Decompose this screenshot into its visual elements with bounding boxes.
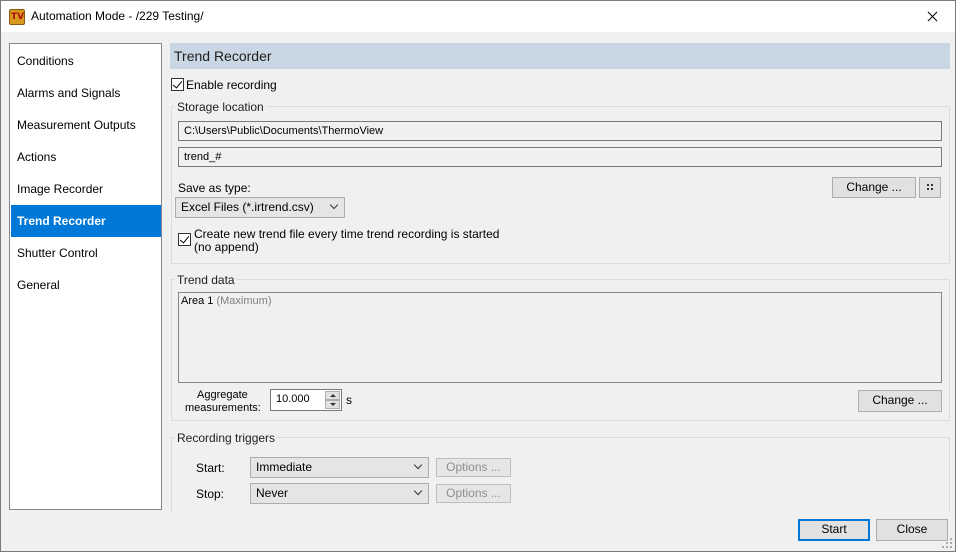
close-button[interactable]: Close — [876, 519, 948, 541]
title-bar: TV Automation Mode - /229 Testing/ — [1, 1, 955, 32]
automation-mode-dialog: TV Automation Mode - /229 Testing/ Condi… — [0, 0, 956, 552]
start-trigger-value: Immediate — [256, 460, 313, 474]
nav-item-shutter-control[interactable]: Shutter Control — [11, 237, 161, 269]
aggregate-unit: s — [346, 393, 352, 407]
enable-recording-checkbox[interactable] — [171, 78, 184, 91]
aggregate-stepper[interactable]: 10.000 — [270, 389, 342, 411]
stop-trigger-value: Never — [256, 486, 289, 500]
browse-button[interactable] — [919, 177, 941, 198]
trend-data-title: Trend data — [175, 273, 237, 287]
nav-item-alarms-and-signals[interactable]: Alarms and Signals — [11, 77, 161, 109]
list-item[interactable]: Area 1 (Maximum) — [181, 295, 939, 307]
stop-trigger-label: Stop: — [196, 487, 225, 501]
stop-trigger-select[interactable]: Never — [250, 483, 429, 504]
save-as-type-label: Save as type: — [178, 181, 251, 195]
storage-path-field[interactable]: C:\Users\Public\Documents\ThermoView — [178, 121, 942, 141]
nav-item-conditions[interactable]: Conditions — [11, 45, 161, 77]
start-options-button[interactable]: Options ... — [436, 458, 511, 477]
enable-recording-label: Enable recording — [186, 78, 277, 92]
trend-item-name: Area 1 — [181, 295, 214, 307]
change-trend-data-button[interactable]: Change ... — [858, 390, 942, 412]
aggregate-label-line2: measurements: — [185, 402, 261, 414]
section-header: Trend Recorder — [170, 43, 950, 69]
window-title: Automation Mode - /229 Testing/ — [31, 9, 204, 23]
grip-dots-icon — [926, 184, 934, 192]
change-storage-button[interactable]: Change ... — [832, 177, 916, 198]
settings-nav-list: Conditions Alarms and Signals Measuremen… — [9, 43, 162, 510]
resize-grip-icon[interactable] — [942, 538, 954, 550]
trend-data-list[interactable]: Area 1 (Maximum) — [178, 292, 942, 383]
aggregate-label-line1: Aggregate — [197, 389, 248, 401]
filename-field[interactable]: trend_# — [178, 147, 942, 167]
recording-triggers-title: Recording triggers — [175, 431, 278, 445]
stepper-up-icon[interactable] — [325, 391, 340, 400]
save-as-type-value: Excel Files (*.irtrend.csv) — [181, 200, 314, 214]
nav-item-actions[interactable]: Actions — [11, 141, 161, 173]
start-button[interactable]: Start — [798, 519, 870, 541]
chevron-down-icon — [413, 463, 423, 471]
nav-item-image-recorder[interactable]: Image Recorder — [11, 173, 161, 205]
app-icon: TV — [9, 9, 25, 25]
storage-location-title: Storage location — [175, 100, 266, 114]
chevron-down-icon — [329, 203, 339, 211]
section-title: Trend Recorder — [174, 48, 272, 64]
start-trigger-select[interactable]: Immediate — [250, 457, 429, 478]
chevron-down-icon — [413, 489, 423, 497]
save-as-type-select[interactable]: Excel Files (*.irtrend.csv) — [175, 197, 345, 218]
stop-options-button[interactable]: Options ... — [436, 484, 511, 503]
nav-item-general[interactable]: General — [11, 269, 161, 301]
close-icon[interactable] — [909, 1, 955, 32]
start-trigger-label: Start: — [196, 461, 225, 475]
stepper-down-icon[interactable] — [325, 400, 340, 409]
new-file-label-line1: Create new trend file every time trend r… — [194, 227, 500, 241]
trend-item-detail: (Maximum) — [216, 295, 272, 307]
new-file-label-line2: (no append) — [194, 240, 259, 254]
new-file-checkbox[interactable] — [178, 233, 191, 246]
aggregate-value: 10.000 — [276, 393, 310, 405]
nav-item-trend-recorder[interactable]: Trend Recorder — [11, 205, 161, 237]
nav-item-measurement-outputs[interactable]: Measurement Outputs — [11, 109, 161, 141]
